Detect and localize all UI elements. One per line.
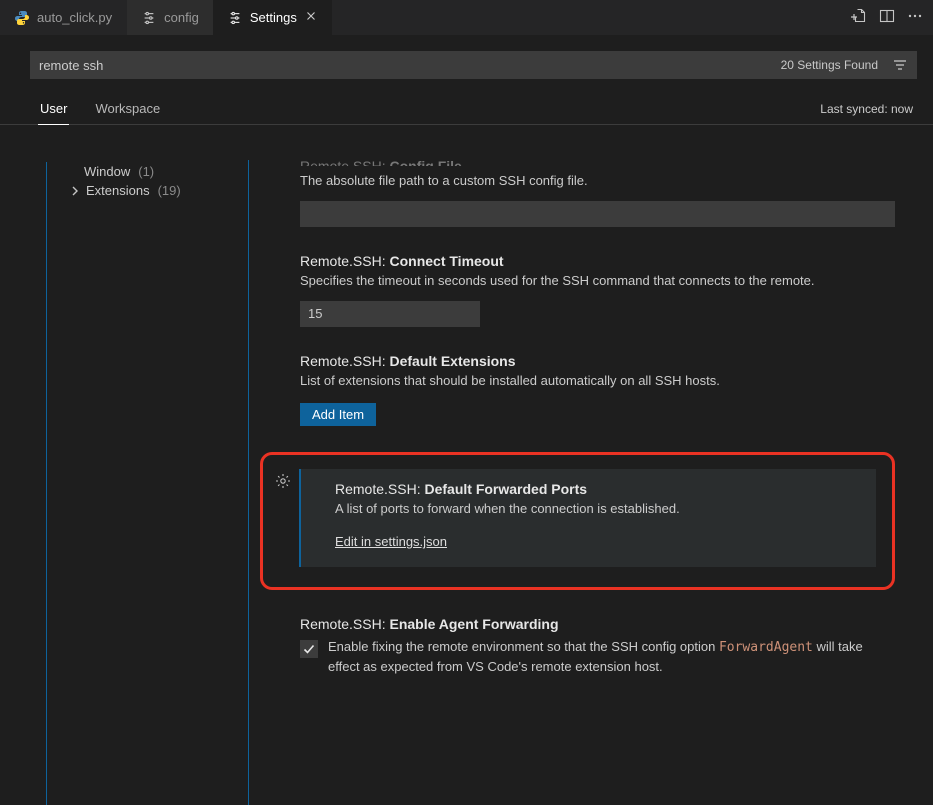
new-file-icon[interactable] xyxy=(851,8,867,27)
setting-category: Remote.SSH: xyxy=(300,158,386,166)
tab-auto-click[interactable]: auto_click.py xyxy=(0,0,127,35)
tab-actions xyxy=(841,8,933,27)
scope-workspace[interactable]: Workspace xyxy=(93,97,162,124)
filter-icon[interactable] xyxy=(884,52,916,78)
scope-user[interactable]: User xyxy=(38,97,69,125)
setting-enable-agent-forwarding: Remote.SSH: Enable Agent Forwarding Enab… xyxy=(248,604,923,691)
setting-desc: The absolute file path to a custom SSH c… xyxy=(300,172,895,191)
close-icon[interactable] xyxy=(304,9,318,26)
setting-name: Default Extensions xyxy=(389,353,515,369)
setting-name: Connect Timeout xyxy=(389,253,503,269)
tree-item-window[interactable]: Window (1) xyxy=(48,162,248,181)
scope-tabs: User Workspace Last synced: now xyxy=(0,79,933,125)
tree-label: Extensions xyxy=(86,183,150,198)
setting-default-extensions: Remote.SSH: Default Extensions List of e… xyxy=(248,341,923,440)
tree-item-extensions[interactable]: Extensions (19) xyxy=(48,181,248,200)
results-count: 20 Settings Found xyxy=(775,58,884,72)
config-file-input[interactable] xyxy=(300,201,895,227)
sync-status: Last synced: now xyxy=(820,102,917,124)
split-editor-icon[interactable] xyxy=(879,8,895,27)
setting-desc: Specifies the timeout in seconds used fo… xyxy=(300,272,895,291)
setting-name: Enable Agent Forwarding xyxy=(389,616,558,632)
settings-tree: Window (1) Extensions (19) xyxy=(0,150,248,805)
tree-count: (19) xyxy=(158,183,181,198)
setting-category: Remote.SSH: xyxy=(300,616,386,632)
edit-in-settings-json[interactable]: Edit in settings.json xyxy=(335,534,447,549)
settings-icon xyxy=(227,10,243,26)
settings-icon xyxy=(141,10,157,26)
agent-forwarding-checkbox[interactable] xyxy=(300,640,318,658)
setting-category: Remote.SSH: xyxy=(300,353,386,369)
tab-label: config xyxy=(164,10,199,25)
search-input[interactable] xyxy=(31,52,775,78)
code-forwardagent: ForwardAgent xyxy=(719,640,813,655)
highlight-annotation: Remote.SSH: Default Forwarded Ports A li… xyxy=(260,452,895,591)
setting-category: Remote.SSH: xyxy=(335,481,421,497)
setting-desc: List of extensions that should be instal… xyxy=(300,372,895,391)
chevron-right-icon xyxy=(68,184,82,198)
tree-label: Window xyxy=(84,164,130,179)
tab-settings[interactable]: Settings xyxy=(213,0,332,35)
setting-name: Default Forwarded Ports xyxy=(424,481,587,497)
tab-config[interactable]: config xyxy=(127,0,213,35)
tree-count: (1) xyxy=(138,164,154,179)
tab-label: Settings xyxy=(250,10,297,25)
add-item-button[interactable]: Add Item xyxy=(300,403,376,426)
setting-category: Remote.SSH: xyxy=(300,253,386,269)
setting-default-forwarded-ports[interactable]: Remote.SSH: Default Forwarded Ports A li… xyxy=(299,469,876,568)
setting-config-file: Remote.SSH: Config File The absolute fil… xyxy=(248,158,923,241)
setting-desc: A list of ports to forward when the conn… xyxy=(335,500,858,519)
settings-search: 20 Settings Found xyxy=(0,35,933,79)
connect-timeout-input[interactable] xyxy=(300,301,480,327)
more-icon[interactable] xyxy=(907,8,923,27)
setting-connect-timeout: Remote.SSH: Connect Timeout Specifies th… xyxy=(248,241,923,341)
settings-content: Remote.SSH: Config File The absolute fil… xyxy=(248,150,933,805)
editor-tabs: auto_click.py config Settings xyxy=(0,0,933,35)
python-icon xyxy=(14,10,30,26)
tab-label: auto_click.py xyxy=(37,10,112,25)
setting-name: Config File xyxy=(389,158,461,166)
setting-desc: Enable fixing the remote environment so … xyxy=(328,638,895,677)
gear-icon[interactable] xyxy=(275,473,291,492)
